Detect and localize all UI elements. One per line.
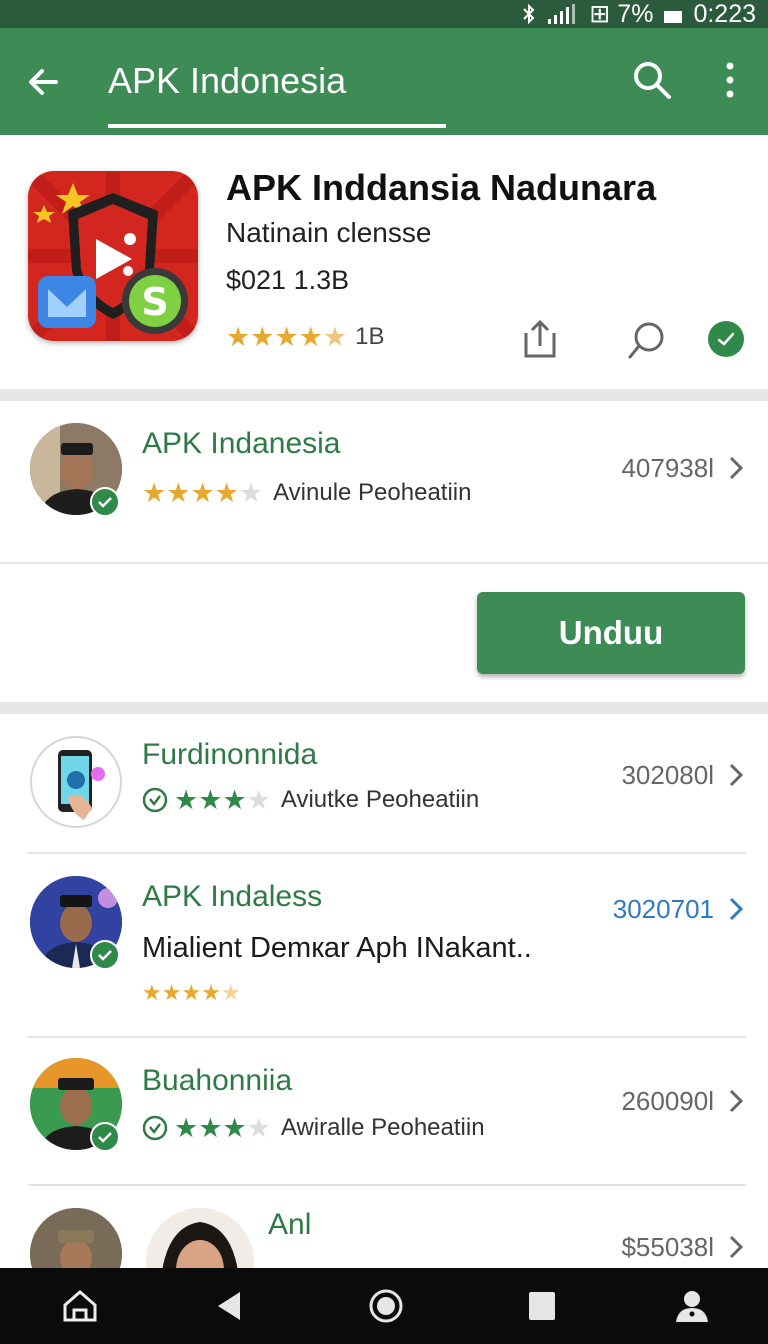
half-star-icon: ★ — [322, 321, 348, 352]
chevron-right-icon — [729, 1089, 744, 1113]
section-divider — [0, 702, 768, 714]
app-bar-title: APK Indonesia — [108, 60, 347, 101]
list-item-title: Buahonniia — [142, 1064, 293, 1097]
star-icon: ★ — [201, 980, 221, 1005]
star-icon: ★ — [166, 477, 191, 508]
star-icon: ★ — [174, 1112, 199, 1143]
download-section: Unduu — [0, 562, 768, 704]
download-button[interactable]: Unduu — [477, 592, 745, 674]
more-vert-icon[interactable] — [716, 58, 744, 102]
check-icon — [717, 332, 735, 346]
list-item-number: 260090l — [621, 1086, 714, 1116]
home-icon[interactable] — [60, 1286, 100, 1326]
clock: 0:223 — [693, 0, 756, 28]
search-icon[interactable] — [630, 58, 674, 102]
star-icon: ★ — [142, 477, 167, 508]
star-icon: ★ — [250, 321, 275, 352]
battery-icon — [664, 11, 683, 23]
back-nav-icon[interactable] — [210, 1286, 250, 1326]
app-icon[interactable]: S — [28, 171, 198, 341]
signal-icon — [548, 4, 576, 24]
verified-icon[interactable] — [708, 321, 744, 357]
chevron-right-icon — [729, 763, 744, 787]
list-item-rating: ★ ★ ★ ★ ★ — [142, 982, 241, 1004]
list-item-title: Anl — [268, 1208, 312, 1241]
listing-rating: ★ ★ ★ ★ ★ Avinule Peoheatiin — [142, 479, 471, 507]
chevron-right-icon — [729, 897, 744, 921]
phone-app-icon — [58, 750, 105, 820]
person-icon[interactable] — [672, 1286, 712, 1326]
star-icon: ★ — [198, 784, 223, 815]
app-logo-graphic: S — [28, 171, 198, 341]
listing-number: 407938l — [621, 453, 714, 483]
verified-badge-icon — [90, 940, 120, 970]
star-icon: ★ — [298, 321, 323, 352]
second-avatar — [146, 1208, 254, 1268]
chevron-right-icon — [729, 1235, 744, 1259]
list-item-number: $55038l — [621, 1232, 714, 1262]
star-icon: ★ — [198, 1112, 223, 1143]
list-item[interactable]: Furdinonnida ★ ★ ★ ★ Aviutke Peoheatiin … — [0, 714, 768, 852]
rating-count: 1B — [355, 323, 385, 350]
chevron-right-icon — [729, 456, 744, 480]
app-title: APK Inddansia Nadunara — [226, 167, 657, 208]
star-icon: ★ — [174, 784, 199, 815]
app-bar: APK Indonesia — [0, 28, 768, 135]
list-item-subtitle: Mialient Demкar Aph INakant.. — [142, 932, 532, 964]
listing-title: APK Indanesia — [142, 427, 341, 460]
star-icon: ★ — [214, 477, 239, 508]
list-item[interactable]: Buahonniia ★ ★ ★ ★ Awiralle Peoheatiin 2… — [0, 1038, 768, 1184]
app-subtitle: Natinain clensse — [226, 217, 432, 248]
star-icon: ★ — [161, 980, 182, 1005]
back-arrow-icon[interactable] — [22, 60, 66, 104]
chat-icon[interactable] — [626, 321, 666, 361]
list-item-number: 3020701 — [612, 894, 714, 924]
list-item[interactable]: Anl $55038l — [0, 1186, 768, 1268]
list-item-number: 302080l — [621, 760, 714, 790]
bluetooth-icon — [523, 3, 535, 25]
listing-subtitle: Avinule Peoheatiin — [273, 479, 472, 506]
person-photo — [146, 1208, 254, 1268]
list-item[interactable]: APK Indaless Mialient Demкar Aph INakant… — [0, 854, 768, 1036]
star-icon: ★ — [226, 321, 251, 352]
star-icon: ★ — [222, 1112, 247, 1143]
list-item-subtitle: Awiralle Peoheatiin — [280, 1114, 485, 1141]
star-icon: ★ — [238, 477, 264, 508]
title-underline — [108, 124, 446, 128]
app-rating: ★ ★ ★ ★ ★ 1B — [226, 323, 384, 351]
list-item[interactable]: APK Indanesia ★ ★ ★ ★ ★ Avinule Peoheati… — [0, 401, 768, 561]
verified-badge-icon — [90, 1122, 120, 1152]
avatar — [30, 736, 122, 828]
list-item-rating: ★ ★ ★ ★ Awiralle Peoheatiin — [142, 1114, 485, 1142]
verified-badge-icon — [90, 487, 120, 517]
system-nav-bar — [0, 1268, 768, 1344]
battery-text: ⊞ 7% — [589, 0, 654, 28]
star-icon: ★ — [274, 321, 299, 352]
list-item-title: APK Indaless — [142, 880, 323, 913]
app-header-card: S APK Inddansia Nadunara Natinain clenss… — [0, 135, 768, 389]
person-photo — [30, 1208, 122, 1268]
star-icon: ★ — [246, 1112, 271, 1143]
star-icon: ★ — [190, 477, 215, 508]
star-icon: ★ — [222, 784, 247, 815]
list-item-title: Furdinonnida — [142, 738, 318, 771]
list-item-subtitle: Aviutke Peoheatiin — [280, 786, 480, 813]
list-item-rating: ★ ★ ★ ★ Aviutke Peoheatiin — [142, 786, 479, 814]
star-icon: ★ — [142, 980, 162, 1005]
half-star-icon: ★ — [220, 980, 241, 1005]
square-recents-icon[interactable] — [522, 1286, 562, 1326]
status-bar: ⊞ 7% 0:223 — [0, 0, 768, 28]
circle-home-icon[interactable] — [366, 1286, 406, 1326]
section-divider — [0, 389, 768, 401]
app-price: $021 1.3B — [226, 265, 350, 295]
avatar — [30, 1208, 122, 1268]
shield-check-icon — [142, 787, 168, 813]
status-icons: ⊞ 7% 0:223 — [521, 0, 756, 28]
star-icon: ★ — [246, 784, 271, 815]
shield-check-icon — [142, 1115, 168, 1141]
share-icon[interactable] — [522, 319, 558, 359]
star-icon: ★ — [181, 980, 202, 1005]
svg-text:S: S — [141, 280, 168, 324]
